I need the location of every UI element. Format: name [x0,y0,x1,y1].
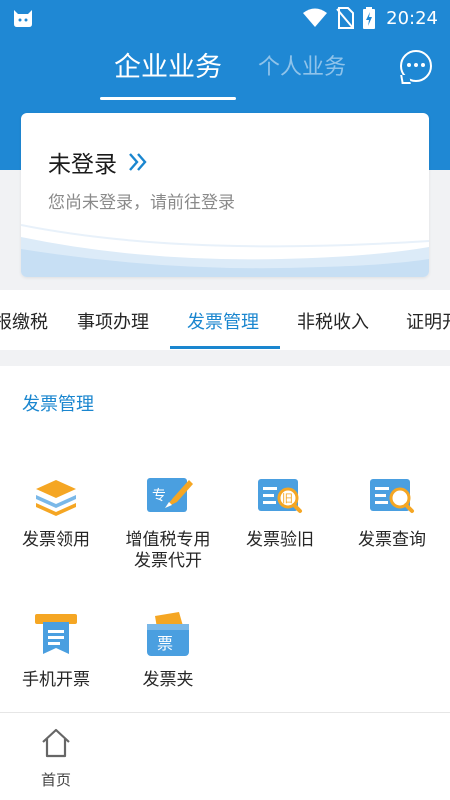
tab-matters[interactable]: 事项办理 [77,290,149,350]
layers-icon [36,480,76,516]
tab-non-tax-income[interactable]: 非税收入 [297,290,369,350]
tab-certificate[interactable]: 证明开 [406,290,450,350]
home-icon [42,728,70,758]
grid-item-vat-special-invoice[interactable]: 专 增值税专用 发票代开 [112,470,224,572]
double-chevron-right-icon [129,153,147,171]
ticket-glyph: 票 [157,634,173,653]
category-tabs: 报缴税 事项办理 发票管理 非税收入 证明开 [0,290,450,350]
section-divider [0,350,450,366]
old-glyph: 旧 [282,492,293,505]
card-wave-decoration [21,224,429,277]
battery-charging-icon [363,7,376,29]
cat-app-icon [14,10,32,27]
grid-item-mobile-invoicing[interactable]: 手机开票 [0,610,112,691]
status-bar: 20:24 [0,0,450,36]
tab-invoice-management[interactable]: 发票管理 [187,290,259,350]
item-label: 发票领用 [22,530,90,550]
nav-home-label: 首页 [40,771,71,789]
grid-item-invoice-verify-old[interactable]: 旧 发票验旧 [224,470,336,551]
invoice-folder-icon: 票 [147,612,189,656]
item-label: 发票夹 [142,670,194,690]
bottom-nav: 首页 [0,712,450,800]
item-label: 增值税专用 发票代开 [112,530,224,572]
invoice-search-icon [370,479,414,513]
login-title-row[interactable]: 未登录 [48,145,149,179]
section-title: 发票管理 [22,394,94,415]
special-glyph: 专 [152,488,166,504]
printer-receipt-icon [35,614,77,654]
item-label-line1: 增值税专用 [125,530,211,550]
chat-bubble-icon[interactable] [400,50,432,84]
clock: 20:24 [386,7,438,29]
tab-personal[interactable]: 个人业务 [258,48,346,88]
special-invoice-pen-icon: 专 [147,478,193,512]
grid-item-invoice-query[interactable]: 发票查询 [336,470,448,551]
invoice-search-old-icon: 旧 [258,479,302,513]
active-tab-indicator [170,346,280,349]
tab-tax-filing[interactable]: 报缴税 [0,290,48,350]
grid-item-invoice-folder[interactable]: 票 发票夹 [112,610,224,691]
item-label: 发票验旧 [246,530,314,550]
grid-item-invoice-collect[interactable]: 发票领用 [0,470,112,551]
nav-home[interactable]: 首页 [30,727,82,790]
item-label-line2: 发票代开 [134,551,202,571]
item-label: 手机开票 [22,670,90,690]
tab-enterprise[interactable]: 企业业务 [100,48,236,100]
login-card[interactable]: 未登录 您尚未登录，请前往登录 [21,113,429,277]
wifi-icon [303,8,328,27]
login-status: 未登录 [48,152,117,178]
item-label: 发票查询 [358,530,426,550]
no-sim-icon [336,7,355,29]
